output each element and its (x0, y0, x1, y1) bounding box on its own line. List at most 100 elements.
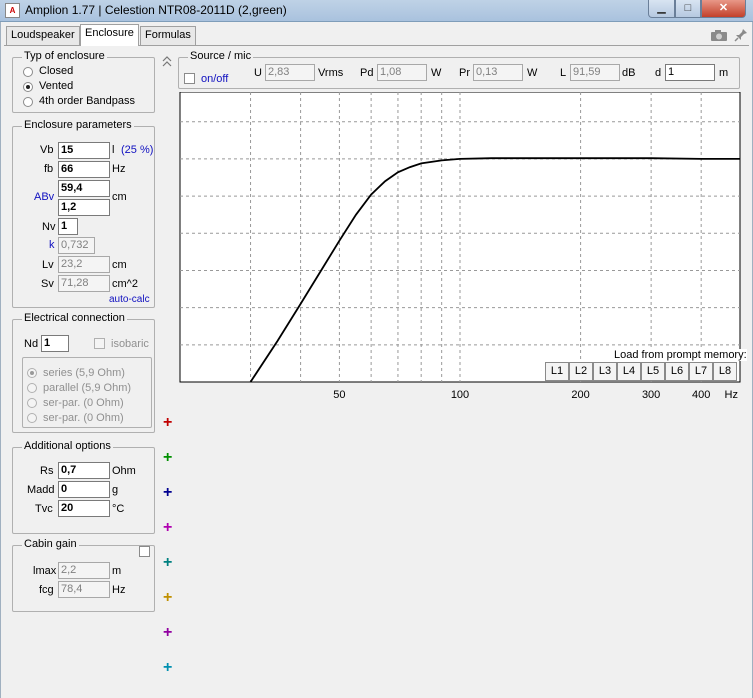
lv-label: Lv (42, 259, 54, 271)
add-curve-button-4[interactable]: + (163, 520, 172, 536)
add-curve-button-1[interactable]: + (163, 415, 172, 431)
abv-input-2[interactable]: 1,2 (58, 199, 110, 216)
onoff-checkbox[interactable] (184, 73, 195, 84)
onoff-label: on/off (201, 73, 229, 85)
memory-button-l1[interactable]: L1 (545, 362, 569, 381)
add-curve-button-6[interactable]: + (163, 590, 172, 606)
fcg-label: fcg (39, 584, 54, 596)
sv-value: 71,28 (58, 275, 110, 292)
tab-loudspeaker[interactable]: Loudspeaker (6, 26, 80, 45)
vb-input[interactable]: 15 (58, 142, 110, 159)
pd-label: Pd (360, 67, 374, 79)
memory-button-l6[interactable]: L6 (665, 362, 689, 381)
radio-bandpass-label: 4th order Bandpass (39, 95, 136, 107)
d-label: d (655, 67, 662, 79)
electrical-title: Electrical connection (22, 312, 127, 324)
sv-unit: cm^2 (112, 278, 138, 290)
rs-label: Rs (40, 465, 54, 477)
u-value: 2,83 (265, 64, 315, 81)
auto-calc-link[interactable]: auto-calc (109, 294, 150, 305)
x-tick-label: 100 (451, 389, 469, 401)
nv-input[interactable]: 1 (58, 218, 78, 235)
source-title: Source / mic (188, 50, 254, 62)
madd-input[interactable]: 0 (58, 481, 110, 498)
radio-vented[interactable] (23, 82, 33, 92)
maximize-button[interactable]: □ (675, 0, 701, 18)
memory-label: Load from prompt memory: (614, 349, 747, 361)
radio-vented-label: Vented (39, 80, 74, 92)
minimize-button[interactable]: ▁ (648, 0, 675, 18)
pr-label: Pr (459, 67, 470, 79)
cabin-title: Cabin gain (22, 538, 79, 550)
radio-parallel[interactable] (27, 383, 37, 393)
abv-input-1[interactable]: 59,4 (58, 180, 110, 197)
d-unit: m (719, 67, 729, 79)
nd-label: Nd (24, 338, 39, 350)
radio-ser-par-2-label: ser-par. (0 Ohm) (43, 412, 124, 424)
d-input[interactable]: 1 (665, 64, 715, 81)
vb-percent: (25 %) (121, 144, 154, 156)
fb-label: fb (44, 163, 54, 175)
enclosure-type-title: Typ of enclosure (22, 50, 107, 62)
add-curve-button-2[interactable]: + (163, 450, 172, 466)
camera-icon[interactable] (710, 29, 728, 42)
fcg-value[interactable]: 78,4 (58, 581, 110, 598)
tab-formulas[interactable]: Formulas (140, 26, 196, 45)
u-label: U (254, 67, 262, 79)
enclosure-params-title: Enclosure parameters (22, 119, 134, 131)
pd-value: 1,08 (377, 64, 427, 81)
lv-value: 23,2 (58, 256, 110, 273)
x-tick-label: 300 (642, 389, 660, 401)
fcg-unit: Hz (112, 584, 126, 596)
fb-input[interactable]: 66 (58, 161, 110, 178)
radio-ser-par-1[interactable] (27, 398, 37, 408)
tvc-input[interactable]: 20 (58, 500, 110, 517)
window-title: Amplion 1.77 | Celestion NTR08-2011D (2,… (25, 3, 287, 17)
l-value: 91,59 (570, 64, 620, 81)
app-icon: A (5, 3, 20, 18)
u-unit: Vrms (318, 67, 344, 79)
sv-label: Sv (41, 278, 54, 290)
radio-bandpass[interactable] (23, 97, 33, 107)
tvc-unit: °C (112, 503, 125, 515)
add-curve-button-8[interactable]: + (163, 660, 172, 676)
cabin-gain-checkbox[interactable] (139, 546, 150, 557)
vb-label: Vb (40, 144, 54, 156)
memory-button-l4[interactable]: L4 (617, 362, 641, 381)
x-tick-label: 400 (692, 389, 710, 401)
additional-title: Additional options (22, 440, 113, 452)
memory-button-l2[interactable]: L2 (569, 362, 593, 381)
add-curve-button-7[interactable]: + (163, 625, 172, 641)
memory-button-l5[interactable]: L5 (641, 362, 665, 381)
close-button[interactable]: ✕ (701, 0, 746, 18)
radio-series[interactable] (27, 368, 37, 378)
k-label: k (49, 239, 55, 251)
lmax-unit: m (112, 565, 122, 577)
add-curve-button-3[interactable]: + (163, 485, 172, 501)
pd-unit: W (431, 67, 442, 79)
rs-input[interactable]: 0,7 (58, 462, 110, 479)
abv-label: ABv (34, 191, 55, 203)
add-curve-button-5[interactable]: + (163, 555, 172, 571)
lv-unit: cm (112, 259, 127, 271)
lmax-value[interactable]: 2,2 (58, 562, 110, 579)
collapse-up-icon[interactable] (161, 55, 173, 69)
pr-unit: W (527, 67, 538, 79)
x-tick-label: 50 (333, 389, 345, 401)
nv-label: Nv (42, 221, 56, 233)
radio-ser-par-2[interactable] (27, 413, 37, 423)
rs-unit: Ohm (112, 465, 136, 477)
tab-enclosure[interactable]: Enclosure (80, 24, 139, 46)
radio-closed[interactable] (23, 67, 33, 77)
radio-closed-label: Closed (39, 65, 74, 77)
memory-button-l7[interactable]: L7 (689, 362, 713, 381)
radio-ser-par-1-label: ser-par. (0 Ohm) (43, 397, 124, 409)
memory-button-l8[interactable]: L8 (713, 362, 737, 381)
vb-unit: l (112, 144, 115, 156)
x-tick-label: 200 (571, 389, 589, 401)
memory-button-l3[interactable]: L3 (593, 362, 617, 381)
nd-input[interactable]: 1 (41, 335, 69, 352)
pin-icon[interactable] (734, 28, 748, 42)
x-axis-label: Hz (725, 389, 738, 401)
isobaric-checkbox[interactable] (94, 338, 105, 349)
